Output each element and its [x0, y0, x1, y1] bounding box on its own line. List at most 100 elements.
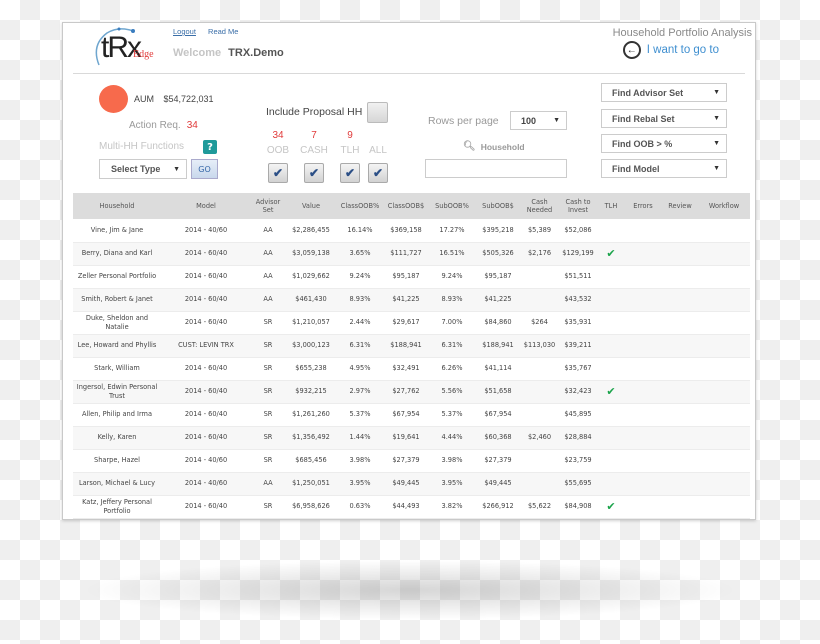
- table-row[interactable]: Katz, Jeffery Personal Portfolio 2014 - 6…: [73, 495, 750, 519]
- header-divider: [73, 73, 745, 74]
- table-cell: [521, 265, 558, 289]
- table-cell: 2014 - 60/40: [161, 426, 251, 450]
- table-cell: [662, 426, 698, 450]
- table-cell: [624, 288, 662, 312]
- table-cell: Lee, Howard and Phyllis: [73, 334, 161, 358]
- table-cell: 2.44%: [337, 311, 383, 335]
- column-header[interactable]: SubOOB$: [475, 193, 521, 219]
- find-model-dropdown[interactable]: Find Model ▼: [601, 159, 727, 178]
- column-header[interactable]: Cash Needed: [521, 193, 558, 219]
- table-row[interactable]: Stark, William 2014 - 60/40 SR $655,238 4.95…: [73, 357, 750, 381]
- table-row[interactable]: Larson, Michael & Lucy 2014 - 40/60 AA $1,2…: [73, 472, 750, 496]
- table-cell: $95,187: [475, 265, 521, 289]
- table-cell: Stark, William: [73, 357, 161, 381]
- read-me-link[interactable]: Read Me: [208, 27, 238, 36]
- table-cell: 3.65%: [337, 242, 383, 266]
- table-cell: [624, 426, 662, 450]
- table-cell: $2,286,455: [285, 219, 337, 243]
- table-cell: [662, 403, 698, 427]
- table-row[interactable]: Lee, Howard and Phyllis CUST: LEVIN TRX SR…: [73, 334, 750, 358]
- table-header-row: Household Model Advisor Set Value ClassOOB% C…: [73, 193, 750, 219]
- column-header[interactable]: Household: [73, 193, 161, 219]
- table-cell: [662, 311, 698, 335]
- table-cell: $461,430: [285, 288, 337, 312]
- table-cell: $52,086: [558, 219, 598, 243]
- table-row[interactable]: Sharpe, Hazel 2014 - 40/60 SR $685,456 3.98%…: [73, 449, 750, 473]
- table-cell: $23,759: [558, 449, 598, 473]
- column-header[interactable]: Model: [161, 193, 251, 219]
- table-row[interactable]: Berry, Diana and Karl 2014 - 60/40 AA $3,05…: [73, 242, 750, 266]
- column-header[interactable]: Advisor Set: [251, 193, 285, 219]
- search-icon: 🔍︎: [463, 141, 476, 152]
- table-cell: 2.97%: [337, 380, 383, 404]
- table-cell: 6.31%: [429, 334, 475, 358]
- table-row[interactable]: Ingersol, Edwin Personal Trust 2014 - 60/…: [73, 380, 750, 404]
- table-cell: $51,658: [475, 380, 521, 404]
- table-cell: SR: [251, 495, 285, 519]
- table-body: Vine, Jim & Jane 2014 - 40/60 AA $2,286,455…: [73, 219, 750, 519]
- find-rebal-set-dropdown[interactable]: Find Rebal Set ▼: [601, 109, 727, 128]
- table-cell: 2014 - 40/60: [161, 472, 251, 496]
- table-cell: $395,218: [475, 219, 521, 243]
- filter-cash-checkbox[interactable]: ✔: [304, 163, 324, 183]
- table-row[interactable]: Duke, Sheldon and Natalie 2014 - 60/40 SR $…: [73, 311, 750, 335]
- goto-menu[interactable]: ← I want to go to: [622, 41, 719, 59]
- table-row[interactable]: Kelly, Karen 2014 - 60/40 SR $1,356,492 1.44…: [73, 426, 750, 450]
- filter-tlh-checkbox[interactable]: ✔: [340, 163, 360, 183]
- filter-cash: 7 CASH ✔: [299, 130, 329, 183]
- table-row[interactable]: Smith, Robert & Janet 2014 - 60/40 AA $461,…: [73, 288, 750, 312]
- table-cell: Ingersol, Edwin Personal Trust: [73, 380, 161, 404]
- caret-down-icon: ▼: [713, 140, 720, 147]
- filter-all-checkbox[interactable]: ✔: [368, 163, 388, 183]
- table-cell: Vine, Jim & Jane: [73, 219, 161, 243]
- arrow-left-circle-icon: ←: [622, 41, 641, 59]
- welcome-label: Welcome: [173, 47, 222, 59]
- help-icon[interactable]: ?: [203, 140, 217, 154]
- table-cell: 2014 - 60/40: [161, 288, 251, 312]
- column-header[interactable]: Cash to Invest: [558, 193, 598, 219]
- include-proposal-checkbox[interactable]: [367, 102, 388, 123]
- table-cell: $41,114: [475, 357, 521, 381]
- find-advisor-set-dropdown[interactable]: Find Advisor Set ▼: [601, 83, 727, 102]
- table-row[interactable]: Allen, Philip and Irma 2014 - 60/40 SR $1,2…: [73, 403, 750, 427]
- column-header[interactable]: ClassOOB%: [337, 193, 383, 219]
- table-cell: [598, 357, 624, 381]
- column-header[interactable]: ClassOOB$: [383, 193, 429, 219]
- filter-oob-checkbox[interactable]: ✔: [268, 163, 288, 183]
- table-cell: 5.56%: [429, 380, 475, 404]
- table-cell: $55,695: [558, 472, 598, 496]
- table-cell: [662, 242, 698, 266]
- table-cell: [521, 288, 558, 312]
- table-cell: $39,211: [558, 334, 598, 358]
- table-cell: $655,238: [285, 357, 337, 381]
- column-header[interactable]: Errors: [624, 193, 662, 219]
- go-button[interactable]: GO: [191, 159, 218, 179]
- find-oob-dropdown[interactable]: Find OOB > % ▼: [601, 134, 727, 153]
- table-cell: $41,225: [475, 288, 521, 312]
- table-cell: [698, 357, 750, 381]
- logout-link[interactable]: Logout: [173, 27, 196, 36]
- select-type-dropdown[interactable]: Select Type ▼: [99, 159, 187, 179]
- table-cell: 2014 - 60/40: [161, 495, 251, 519]
- table-row[interactable]: Zeller Personal Portfolio 2014 - 60/40 AA $…: [73, 265, 750, 289]
- table-cell: [662, 380, 698, 404]
- table-cell: ✔: [598, 242, 624, 266]
- table-cell: 17.27%: [429, 219, 475, 243]
- table-cell: CUST: LEVIN TRX: [161, 334, 251, 358]
- table-cell: AA: [251, 219, 285, 243]
- household-search-input[interactable]: [425, 159, 567, 178]
- table-cell: $27,379: [383, 449, 429, 473]
- column-header[interactable]: SubOOB%: [429, 193, 475, 219]
- rows-per-page-select[interactable]: 100 ▼: [510, 111, 567, 130]
- table-cell: Smith, Robert & Janet: [73, 288, 161, 312]
- column-header[interactable]: TLH: [598, 193, 624, 219]
- table-row[interactable]: Vine, Jim & Jane 2014 - 40/60 AA $2,286,455…: [73, 219, 750, 243]
- trx-edge-logo: tRx Edge: [89, 27, 159, 69]
- column-header[interactable]: Value: [285, 193, 337, 219]
- table-cell: $129,199: [558, 242, 598, 266]
- column-header[interactable]: Review: [662, 193, 698, 219]
- table-cell: 4.95%: [337, 357, 383, 381]
- column-header[interactable]: Workflow: [698, 193, 750, 219]
- table-cell: [521, 403, 558, 427]
- checkmark-icon: ✔: [606, 246, 616, 260]
